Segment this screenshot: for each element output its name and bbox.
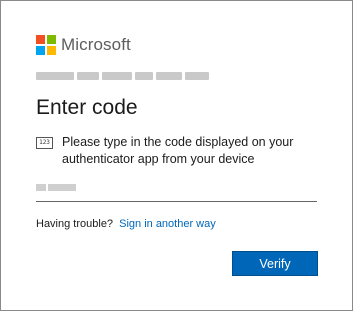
page-title: Enter code <box>36 96 138 119</box>
trouble-text: Having trouble? <box>36 218 114 230</box>
instruction-row: 123 Please type in the code displayed on… <box>36 134 317 168</box>
logo-tile-yellow <box>47 46 56 55</box>
numeric-code-icon: 123 <box>36 137 53 149</box>
logo-tile-green <box>47 35 56 44</box>
microsoft-logo-icon <box>36 35 56 55</box>
logo-tile-blue <box>36 46 45 55</box>
sign-in-another-way-link[interactable]: Sign in another way <box>119 218 216 230</box>
trouble-line: Having trouble? Sign in another way <box>36 218 216 230</box>
code-input[interactable] <box>36 177 317 202</box>
instruction-text: Please type in the code displayed on you… <box>62 135 294 166</box>
logo-tile-red <box>36 35 45 44</box>
microsoft-logo: Microsoft <box>36 35 131 55</box>
brand-name: Microsoft <box>61 35 131 54</box>
sign-in-dialog: Microsoft Enter code 123 Please type in … <box>0 0 353 311</box>
account-email-redacted <box>36 72 209 80</box>
verify-button[interactable]: Verify <box>232 251 318 276</box>
code-input-redacted-text <box>36 184 76 191</box>
